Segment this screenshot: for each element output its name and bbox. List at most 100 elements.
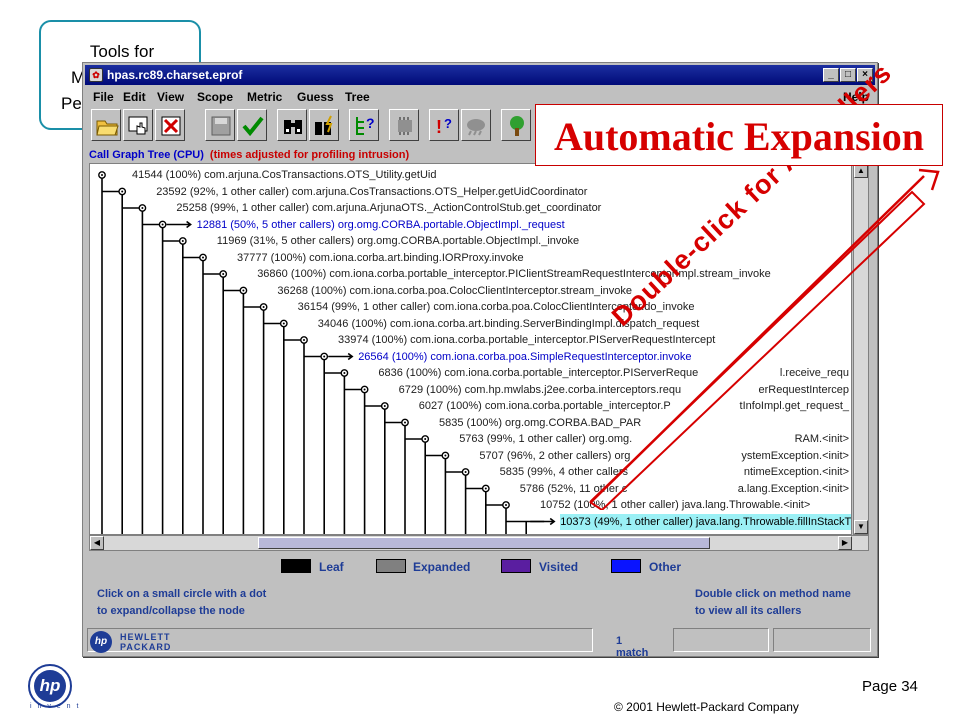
hp-brand-text: HEWLETT PACKARD (120, 632, 171, 652)
legend-swatch-leaf (281, 559, 311, 573)
tree-guess-button[interactable]: ? (349, 109, 379, 141)
chip-icon (398, 117, 412, 135)
checkmark-icon (242, 116, 264, 137)
tree-row[interactable]: 41544 (100%) com.arjuna.CosTransactions.… (132, 167, 436, 183)
save-disk-icon (211, 116, 231, 136)
hp-badge-icon: hp (90, 631, 112, 653)
automatic-expansion-callout: Automatic Expansion (535, 104, 943, 166)
legend-label-other: Other (649, 560, 682, 574)
match-count: 1 match (616, 635, 649, 659)
hint-expand-line1: Click on a small circle with a dot (97, 588, 267, 600)
status-brand-cell: hp HEWLETT PACKARD 1 match (87, 628, 648, 659)
node-dot-icon (242, 289, 245, 292)
legend-swatch-expanded (376, 559, 406, 573)
menu-edit[interactable]: Edit (123, 90, 146, 104)
status-cell-3 (773, 628, 871, 652)
hp-logo-icon: hp (28, 664, 72, 708)
binoculars-icon (284, 120, 302, 134)
page-number: Page 34 (862, 678, 918, 695)
tree-header-title: Call Graph Tree (CPU) (89, 149, 204, 161)
menu-metric[interactable]: Metric (247, 90, 282, 104)
tree-row[interactable]: 12881 (50%, 5 other callers) org.omg.COR… (197, 217, 565, 233)
cloud-question-icon (467, 119, 485, 136)
tree-question-icon: ? (356, 115, 375, 135)
hp-invent-tagline: i n v e n t (30, 703, 81, 710)
window-titlebar[interactable]: ✿ hpas.rc89.charset.eprof _ □ × (85, 65, 875, 85)
tree-row[interactable]: 25258 (99%, 1 other caller) com.arjuna.A… (176, 200, 601, 216)
node-dot-icon (262, 306, 265, 308)
select-button[interactable] (123, 109, 153, 141)
hp-brand-line2: PACKARD (120, 642, 172, 652)
node-dot-icon (101, 174, 103, 176)
status-cell-2 (673, 628, 769, 652)
menu-view[interactable]: View (157, 90, 184, 104)
tree-header: Call Graph Tree (CPU) (times adjusted for… (89, 149, 409, 161)
legend-swatch-other (611, 559, 641, 573)
alert-guess-button[interactable]: !? (429, 109, 459, 141)
node-dot-icon (484, 487, 487, 490)
open-folder-icon (96, 120, 119, 136)
node-dot-icon (141, 207, 144, 209)
hint-callers-line1: Double click on method name (695, 588, 851, 600)
node-dot-icon (343, 372, 346, 374)
tree-row[interactable]: 11969 (31%, 5 other callers) org.omg.COR… (217, 233, 579, 249)
status-bar: hp HEWLETT PACKARD 1 match (87, 627, 875, 659)
node-dot-icon (222, 273, 225, 275)
menu-tree[interactable]: Tree (345, 90, 370, 104)
window-title: hpas.rc89.charset.eprof (107, 68, 243, 82)
slide-title-line1: Tools for (89, 42, 155, 61)
legend-swatch-visited (501, 559, 531, 573)
scroll-left-arrow-icon[interactable]: ◀ (90, 536, 104, 550)
branch-button[interactable] (501, 109, 531, 141)
node-dot-icon (303, 339, 305, 341)
copyright: © 2001 Hewlett-Packard Company (614, 700, 799, 714)
find-button[interactable] (277, 109, 307, 141)
cloud-guess-button[interactable] (461, 109, 491, 141)
minimize-button[interactable]: _ (823, 68, 839, 82)
expand-arrow-icon (530, 517, 556, 526)
binoculars-lightning-icon (315, 115, 333, 135)
close-file-button[interactable] (155, 109, 185, 141)
node-dot-icon (383, 405, 386, 407)
hp-brand-line1: HEWLETT (120, 632, 171, 642)
scroll-right-arrow-icon[interactable]: ▶ (838, 536, 852, 550)
tree-branch-icon (510, 116, 524, 136)
expand-arrow-icon (166, 220, 192, 229)
node-dot-icon (181, 240, 184, 242)
find-next-button[interactable] (309, 109, 339, 141)
expand-arrow-icon (328, 352, 354, 361)
alert-question-icon: !? (436, 116, 452, 137)
node-dot-icon (424, 438, 427, 440)
open-button[interactable] (91, 109, 121, 141)
tree-row[interactable]: 36268 (100%) com.iona.corba.poa.ColocCli… (277, 283, 632, 299)
menu-guess[interactable]: Guess (297, 90, 334, 104)
scroll-down-arrow-icon[interactable]: ▼ (854, 520, 868, 534)
node-dot-icon (202, 256, 204, 259)
menu-file[interactable]: File (93, 90, 114, 104)
tree-row-selected[interactable]: 10373 (49%, 1 other caller) java.lang.Th… (560, 513, 851, 530)
legend-label-expanded: Expanded (413, 560, 471, 574)
save-button[interactable] (205, 109, 235, 141)
svg-text:!: ! (436, 117, 442, 137)
automatic-expansion-text: Automatic Expansion (553, 114, 925, 159)
callout-arrow-outline (590, 190, 926, 510)
hint-expand-line2: to expand/collapse the node (97, 605, 245, 617)
tree-header-note: (times adjusted for profiling intrusion) (209, 149, 410, 161)
tree-row[interactable]: 37777 (100%) com.iona.corba.art.binding.… (237, 250, 524, 266)
node-dot-icon (505, 504, 507, 506)
legend-label-leaf: Leaf (319, 560, 344, 574)
menu-scope[interactable]: Scope (197, 90, 233, 104)
apply-button[interactable] (237, 109, 267, 141)
chip-button[interactable] (389, 109, 419, 141)
legend-label-visited: Visited (539, 560, 579, 574)
svg-text:?: ? (444, 116, 452, 131)
node-dot-icon (464, 471, 467, 473)
node-dot-icon (121, 190, 124, 193)
tree-row[interactable]: 23592 (92%, 1 other caller) com.arjuna.C… (156, 184, 587, 200)
slide-title-line3: Pe (61, 94, 82, 113)
horizontal-scroll-thumb[interactable] (258, 537, 710, 549)
hint-callers-line2: to view all its callers (695, 605, 802, 617)
hp-logo-text: hp (34, 670, 66, 702)
tree-horizontal-scrollbar[interactable]: ◀ ▶ (89, 535, 869, 551)
node-dot-icon (404, 421, 406, 424)
